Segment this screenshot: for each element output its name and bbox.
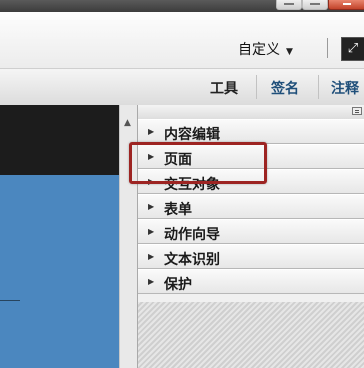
menu-divider bbox=[327, 38, 328, 58]
expand-icon: ⤢ bbox=[347, 41, 359, 56]
panel-options-icon[interactable] bbox=[352, 107, 362, 115]
scroll-up-arrow-icon[interactable]: ▲ bbox=[124, 118, 131, 128]
expand-arrow-icon: ▶ bbox=[148, 202, 155, 211]
tab-comment[interactable]: 注释 bbox=[331, 78, 359, 98]
minimize-button[interactable] bbox=[276, 0, 302, 10]
section-label: 保护 bbox=[164, 277, 192, 293]
tab-bar: 工具 签名 注释 bbox=[0, 69, 364, 106]
document-page bbox=[0, 175, 119, 368]
document-line bbox=[0, 300, 20, 301]
customize-dropdown[interactable]: 自定义 ▼ bbox=[238, 39, 293, 59]
customize-label: 自定义 bbox=[238, 42, 280, 58]
panel-header bbox=[138, 105, 364, 120]
minimize-icon bbox=[284, 3, 294, 5]
expand-arrow-icon: ▶ bbox=[148, 252, 155, 261]
tab-tools[interactable]: 工具 bbox=[210, 78, 238, 98]
tab-divider bbox=[318, 75, 319, 99]
section-action-wizard[interactable]: ▶ 动作向导 bbox=[138, 219, 364, 244]
maximize-icon bbox=[310, 3, 320, 5]
chevron-down-icon: ▼ bbox=[286, 47, 293, 57]
full-screen-button[interactable]: ⤢ bbox=[341, 37, 364, 61]
menu-bar: 自定义 ▼ ⤢ bbox=[0, 12, 364, 69]
tab-sign[interactable]: 签名 bbox=[271, 78, 299, 98]
section-forms[interactable]: ▶ 表单 bbox=[138, 194, 364, 219]
section-text-recognition[interactable]: ▶ 文本识别 bbox=[138, 244, 364, 269]
expand-arrow-icon: ▶ bbox=[148, 127, 155, 136]
section-protection[interactable]: ▶ 保护 bbox=[138, 269, 364, 294]
tab-divider bbox=[256, 75, 257, 99]
section-label: 文本识别 bbox=[164, 252, 220, 268]
maximize-button[interactable] bbox=[302, 0, 328, 10]
section-content-editing[interactable]: ▶ 内容编辑 bbox=[138, 119, 364, 144]
panel-empty-area bbox=[138, 302, 364, 368]
expand-arrow-icon: ▶ bbox=[148, 277, 155, 286]
section-label: 动作向导 bbox=[164, 227, 220, 243]
expand-arrow-icon: ▶ bbox=[148, 227, 155, 236]
close-icon bbox=[343, 3, 351, 5]
section-label: 表单 bbox=[164, 202, 192, 218]
section-label: 内容编辑 bbox=[164, 127, 220, 143]
document-canvas-background bbox=[0, 105, 119, 175]
window-title-bar bbox=[0, 0, 364, 12]
close-button[interactable] bbox=[328, 0, 364, 10]
highlight-box bbox=[129, 142, 267, 184]
